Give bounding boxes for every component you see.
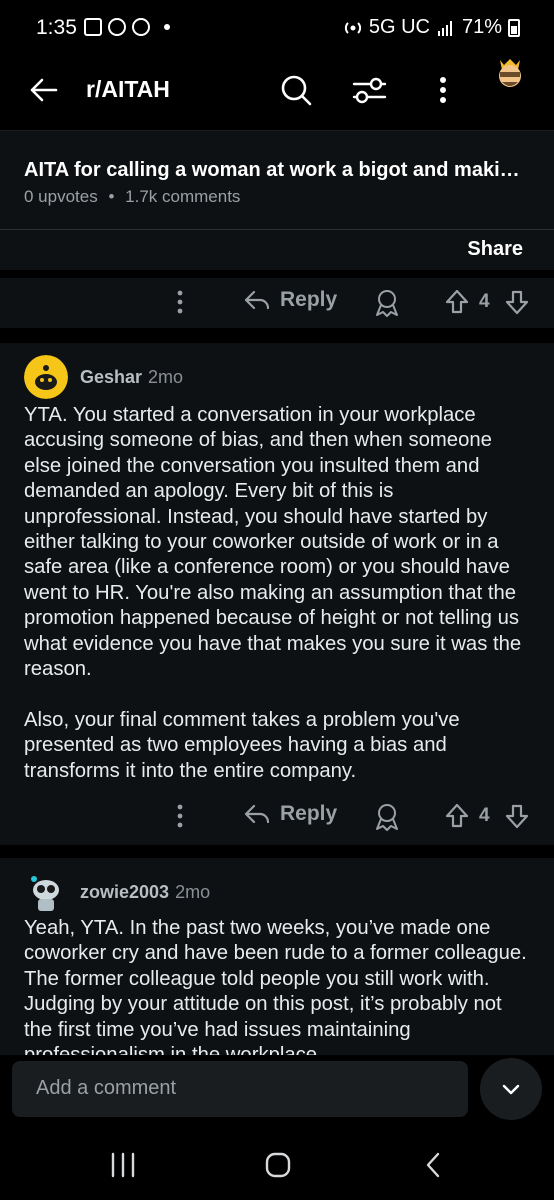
comment-item[interactable]: zowie2003 2mo Yeah, YTA. In the past two… [0,858,554,1055]
comment-item[interactable]: Geshar 2mo YTA. You started a conversati… [0,343,554,845]
downvote-arrow-icon[interactable] [504,802,530,830]
add-comment-input[interactable]: Add a comment [12,1061,468,1117]
filter-icon[interactable] [350,72,388,108]
reply-label: Reply [280,288,338,311]
facebook-icon [132,18,150,36]
snoo-avatar-icon[interactable] [24,870,68,914]
reply-button[interactable]: Reply [244,288,337,312]
downvote-arrow-icon[interactable] [504,288,530,316]
expand-button[interactable] [480,1058,542,1120]
comment-paragraph: Also, your final comment takes a problem… [24,708,460,782]
more-vertical-icon[interactable] [428,72,458,108]
post-title[interactable]: AITA for calling a woman at work a bigot… [24,159,534,182]
battery-percent: 71% [461,16,502,38]
chevron-down-icon [502,1084,520,1095]
reply-arrow-icon [244,290,270,310]
share-button[interactable]: Share [467,238,523,261]
meta-separator: • [108,187,115,206]
more-notifications-dot-icon [164,24,170,30]
subreddit-name[interactable]: r/AITAH [86,76,170,103]
network-label: 5G UC [368,16,430,38]
upvote-count: 0 upvotes [24,187,98,206]
award-icon[interactable] [372,802,402,832]
snoo-avatar-icon[interactable] [24,355,68,399]
comment-count: 1.7k comments [125,187,241,206]
notification-icons [84,18,170,36]
recent-apps-icon[interactable] [103,1150,143,1180]
threads-icon [108,18,126,36]
battery-icon [508,18,520,37]
system-nav-bar [0,1130,554,1200]
comment-author-row: zowie2003 2mo [24,870,210,914]
comment-body: Yeah, YTA. In the past two weeks, you’ve… [24,916,532,1055]
comment-author-row: Geshar 2mo [24,355,183,399]
more-vertical-icon[interactable] [170,802,190,830]
gallery-icon [84,18,102,36]
upvote-arrow-icon[interactable] [444,802,470,830]
status-right: 5G UC 71% [343,16,520,39]
comment-body: YTA. You started a conversation in your … [24,403,532,809]
comment-paragraph: Yeah, YTA. In the past two weeks, you’ve… [24,917,527,1055]
share-row: Share [0,230,554,270]
app-bar: r/AITAH [0,58,554,130]
hotspot-icon [344,21,361,34]
post-meta: 0 upvotes • 1.7k comments [24,187,240,207]
back-nav-icon[interactable] [414,1150,454,1180]
status-time: 1:35 [36,16,77,39]
upvote-arrow-icon[interactable] [444,288,470,316]
divider [0,331,554,343]
signal-icon [437,20,452,36]
status-bar: 1:35 5G UC 71% [0,0,554,58]
more-vertical-icon[interactable] [170,288,190,316]
back-arrow-icon[interactable] [26,72,62,108]
reply-label: Reply [280,802,338,825]
vote-count: 4 [479,291,490,312]
comment-username[interactable]: Geshar [80,367,142,388]
comment-input-bar: Add a comment [0,1055,554,1125]
award-icon[interactable] [372,288,402,318]
comment-actions: Reply 4 [0,792,554,842]
comment-placeholder: Add a comment [36,1077,177,1099]
divider [0,846,554,858]
home-icon[interactable] [258,1150,298,1180]
vote-count: 4 [479,805,490,826]
comment-username[interactable]: zowie2003 [80,882,169,903]
reply-button[interactable]: Reply [244,802,337,826]
comment-age: 2mo [148,366,184,387]
search-icon[interactable] [278,72,314,108]
post-header[interactable]: AITA for calling a woman at work a bigot… [0,130,554,230]
snoo-avatar-icon[interactable] [488,52,532,96]
comment-actions: Reply 4 [0,278,554,328]
comment-paragraph: YTA. You started a conversation in your … [24,404,522,681]
reply-arrow-icon [244,804,270,824]
comment-age: 2mo [175,881,211,902]
